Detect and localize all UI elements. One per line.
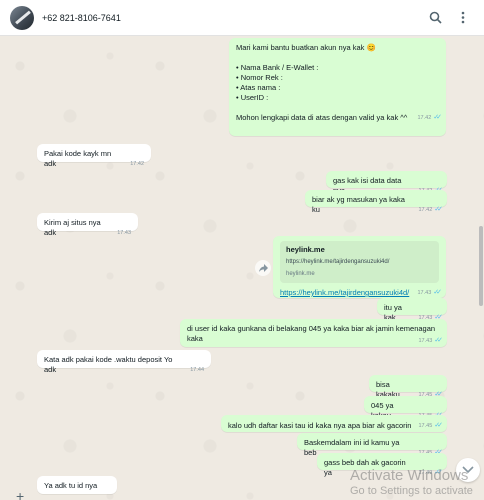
windows-activation-watermark: Activate Windows Go to Settings to activ…	[350, 467, 473, 497]
watermark-title: Activate Windows	[350, 467, 469, 484]
message-link[interactable]: https://heylink.me/tajirdengansuzuki4d/	[280, 288, 409, 298]
message-bubble[interactable]: Ya adk tu id nya	[37, 476, 117, 494]
message-bubble[interactable]: 045 ya kakau 17.45✓✓	[364, 396, 447, 420]
message-time: 17.45	[418, 423, 433, 429]
message-bubble[interactable]: Baskemdalam ini id kamu ya beb 17.45✓✓	[297, 433, 447, 457]
link-preview-card[interactable]: heylink.me https://heylink.me/tajirdenga…	[280, 241, 439, 283]
message-bubble[interactable]: biar ak yg masukan ya kaka ku 17.42 ✓✓	[305, 190, 447, 214]
message-text: biar ak yg masukan ya kaka ku	[312, 195, 405, 214]
message-list[interactable]: Mari kami bantu buatkan akun nya kak 😊 •…	[0, 36, 484, 500]
message-text: Kata adk pakai kode .waktu deposit Yo ad…	[44, 355, 173, 374]
message-bubble[interactable]: itu ya kak 17.43 ✓✓	[377, 298, 447, 322]
read-receipt-icon: ✓✓	[433, 114, 442, 121]
plus-icon[interactable]: +	[16, 488, 24, 500]
forward-icon[interactable]	[255, 260, 271, 276]
message-bubble[interactable]: kalo udh daftar kasi tau id kaka nya apa…	[221, 415, 447, 432]
scrollbar[interactable]	[479, 226, 483, 306]
search-icon[interactable]	[424, 7, 446, 29]
read-receipt-icon: ✓✓	[433, 289, 442, 296]
message-bubble[interactable]: heylink.me https://heylink.me/tajirdenga…	[273, 236, 446, 298]
message-bubble[interactable]: gas kak isi data data nya 17.42✓✓	[326, 171, 447, 195]
message-time: 17.43	[117, 230, 131, 236]
message-text: Kirim aj situs nya adk	[44, 218, 101, 237]
link-preview-domain: heylink.me	[286, 271, 315, 277]
message-text: kalo udh daftar kasi tau id kaka nya apa…	[228, 421, 412, 430]
chat-header: +62 821-8106-7641	[0, 0, 484, 36]
message-text: Mari kami bantu buatkan akun nya kak 😊 •…	[236, 43, 408, 122]
read-receipt-icon: ✓✓	[434, 206, 443, 213]
link-preview-url: https://heylink.me/tajirdengansuzuki4d/	[286, 259, 390, 265]
message-time: 17.42	[130, 161, 144, 167]
menu-icon[interactable]	[452, 7, 474, 29]
message-time: 17.44	[190, 367, 204, 373]
message-bubble[interactable]: Mari kami bantu buatkan akun nya kak 😊 •…	[229, 38, 446, 136]
message-text: Ya adk tu id nya	[44, 481, 98, 490]
message-time: 17.42	[418, 207, 433, 213]
message-time: 17.42	[417, 115, 432, 121]
read-receipt-icon: ✓✓	[434, 422, 443, 429]
link-preview-title: heylink.me	[286, 245, 325, 254]
message-bubble[interactable]: Pakai kode kayk mn adk 17.42	[37, 144, 151, 168]
watermark-subtitle: Go to Settings to activate	[350, 485, 473, 497]
message-bubble[interactable]: Kirim aj situs nya adk 17.43	[37, 213, 138, 237]
contact-name[interactable]: +62 821-8106-7641	[42, 13, 418, 23]
read-receipt-icon: ✓✓	[434, 337, 443, 344]
message-bubble[interactable]: di user id kaka gunkana di belakang 045 …	[180, 319, 447, 347]
message-bubble[interactable]: bisa kakaku 17.45 ✓✓	[369, 375, 447, 399]
message-bubble[interactable]: Kata adk pakai kode .waktu deposit Yo ad…	[37, 350, 211, 374]
message-text: Pakai kode kayk mn adk	[44, 149, 112, 168]
contact-avatar[interactable]	[10, 5, 34, 30]
message-time: 17.43	[417, 290, 432, 296]
message-time: 17.43	[418, 338, 433, 344]
